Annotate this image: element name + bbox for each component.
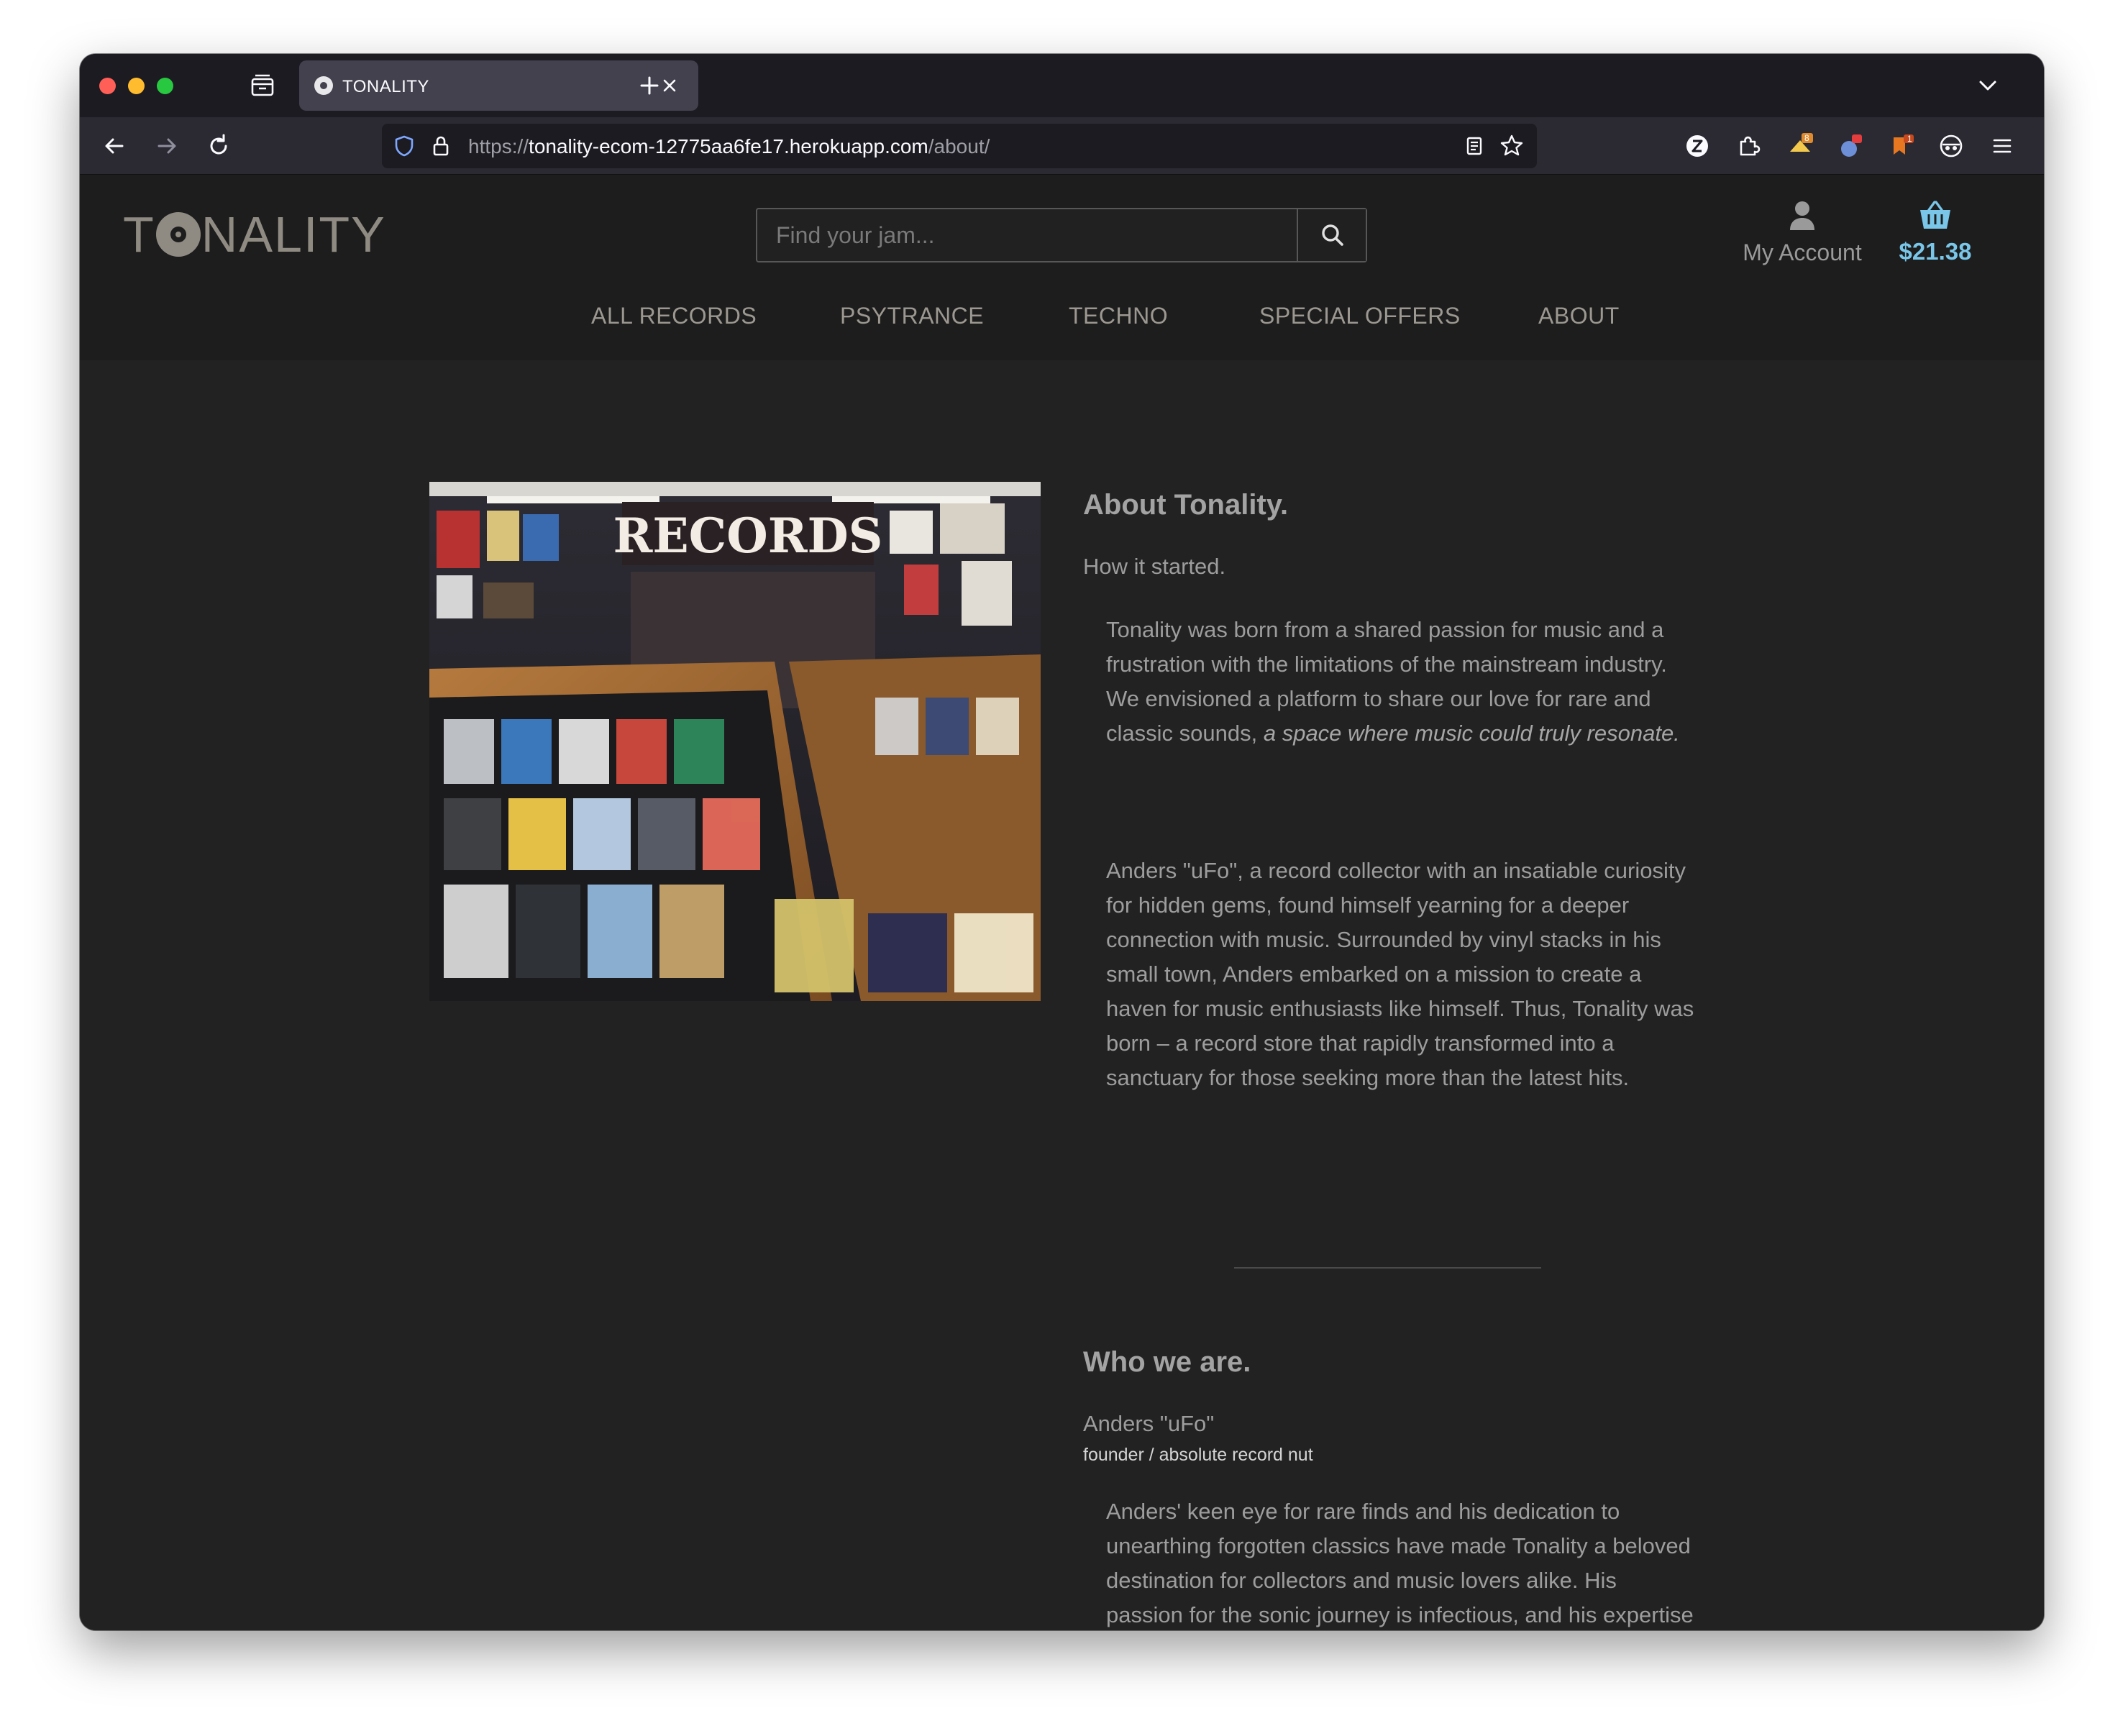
store-sign-text: RECORDS xyxy=(613,508,883,564)
nav-all-records[interactable]: ALL RECORDS xyxy=(591,303,757,329)
url-bar[interactable]: https://tonality-ecom-12775aa6fe17.herok… xyxy=(382,124,1537,168)
search-button[interactable] xyxy=(1297,209,1366,261)
reload-icon[interactable] xyxy=(203,130,234,162)
close-window-button[interactable] xyxy=(99,78,116,94)
nav-about[interactable]: ABOUT xyxy=(1538,303,1620,329)
tab-strip: TONALITY xyxy=(80,54,2044,117)
privacy-mask-icon[interactable] xyxy=(1935,130,1967,162)
url-path: /about/ xyxy=(928,135,990,157)
team-member-bio: Anders' keen eye for rare finds and his … xyxy=(1106,1499,1694,1627)
zotero-extension-icon[interactable] xyxy=(1681,130,1713,162)
tab-overview-icon[interactable] xyxy=(249,73,276,99)
main-navigation: ALL RECORDS PSYTRANCE TECHNO SPECIAL OFF… xyxy=(80,303,2044,360)
reader-view-icon[interactable] xyxy=(1462,134,1487,158)
hamburger-menu-icon[interactable] xyxy=(1986,130,2018,162)
section-divider xyxy=(1234,1267,1541,1269)
account-label: My Account xyxy=(1743,239,1862,265)
basket-link[interactable]: $21.38 xyxy=(1892,200,1978,265)
vinyl-disc-icon xyxy=(155,212,201,257)
logo-text-end: NALITY xyxy=(201,206,386,262)
how-it-started-subheading: How it started. xyxy=(1083,554,1226,579)
intro-paragraph: Tonality was born from a shared passion … xyxy=(1106,613,1696,751)
lock-icon[interactable] xyxy=(429,134,452,158)
nav-special-offers[interactable]: SPECIAL OFFERS xyxy=(1259,303,1461,329)
about-heading: About Tonality. xyxy=(1083,489,1289,521)
forward-arrow-icon[interactable] xyxy=(151,130,183,162)
tab-title: TONALITY xyxy=(342,77,429,96)
logo-text-start: T xyxy=(123,206,155,262)
site-header: T NALITY My Account $21.38 ALL RECORDS xyxy=(80,175,2044,360)
new-tab-icon[interactable] xyxy=(635,71,664,100)
browser-window: TONALITY https://tonality-ecom-12775aa6f… xyxy=(80,54,2044,1630)
maximize-window-button[interactable] xyxy=(157,78,173,94)
search-form xyxy=(756,208,1367,262)
user-icon xyxy=(1790,201,1814,230)
extension-badge-count: 8 xyxy=(1804,133,1809,143)
browser-toolbar: https://tonality-ecom-12775aa6fe17.herok… xyxy=(80,117,2044,175)
back-arrow-icon[interactable] xyxy=(99,130,130,162)
shield-icon[interactable] xyxy=(392,134,416,158)
extension-orange-icon[interactable]: 1 xyxy=(1886,130,1918,162)
who-we-are-heading: Who we are. xyxy=(1083,1346,1251,1378)
team-member-name: Anders "uFo" xyxy=(1083,1411,1215,1436)
basket-total: $21.38 xyxy=(1899,238,1972,265)
search-input[interactable] xyxy=(757,209,1297,261)
origin-paragraph: Anders "uFo", a record collector with an… xyxy=(1106,858,1694,1090)
extension-red-icon[interactable] xyxy=(1835,130,1866,162)
minimize-window-button[interactable] xyxy=(128,78,145,94)
extension-badge-count: 1 xyxy=(1907,134,1912,144)
bookmark-star-icon[interactable] xyxy=(1498,132,1525,160)
site-logo[interactable]: T NALITY xyxy=(123,206,386,263)
chevron-down-icon[interactable] xyxy=(1973,71,2002,100)
basket-icon xyxy=(1920,201,1950,229)
url-host: tonality-ecom-12775aa6fe17.herokuapp.com xyxy=(529,135,928,157)
extension-badge-icon[interactable]: 8 xyxy=(1784,130,1816,162)
my-account-link[interactable]: My Account xyxy=(1738,200,1867,266)
intro-emphasis: a space where music could truly resonate… xyxy=(1263,721,1680,746)
search-icon xyxy=(1322,224,1343,246)
url-scheme: https:// xyxy=(468,135,529,157)
page-viewport: T NALITY My Account $21.38 ALL RECORDS xyxy=(80,175,2044,1630)
nav-psytrance[interactable]: PSYTRANCE xyxy=(840,303,984,329)
nav-techno[interactable]: TECHNO xyxy=(1069,303,1168,329)
tab-favicon-icon xyxy=(314,76,333,95)
record-store-image: RECORDS xyxy=(429,482,1041,1001)
team-member-role: founder / absolute record nut xyxy=(1083,1445,1313,1465)
url-text[interactable]: https://tonality-ecom-12775aa6fe17.herok… xyxy=(468,135,990,158)
extensions-puzzle-icon[interactable] xyxy=(1732,130,1764,162)
